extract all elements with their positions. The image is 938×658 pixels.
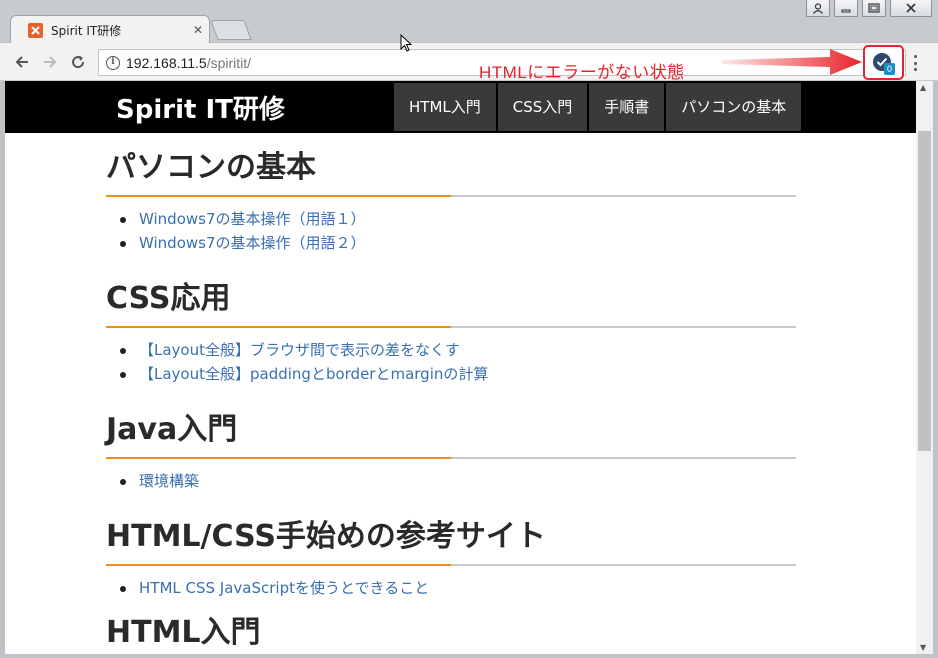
list-item: 【Layout全般】paddingとborderとmarginの計算 bbox=[120, 362, 796, 386]
article-link[interactable]: 【Layout全般】ブラウザ間で表示の差をなくす bbox=[139, 341, 460, 359]
section-css-advanced: CSS応用 【Layout全般】ブラウザ間で表示の差をなくす 【Layout全般… bbox=[106, 280, 796, 411]
site-title[interactable]: Spirit IT研修 bbox=[116, 89, 285, 126]
link-list: HTML CSS JavaScriptを使うとできること bbox=[106, 576, 796, 600]
close-window-button[interactable] bbox=[890, 0, 932, 17]
section-divider bbox=[106, 564, 796, 566]
nav-item-pc-basics[interactable]: パソコンの基本 bbox=[666, 83, 802, 131]
nav-item-html[interactable]: HTML入門 bbox=[394, 83, 496, 131]
list-item: 環境構築 bbox=[120, 469, 796, 493]
article-link[interactable]: 【Layout全般】paddingとborderとmarginの計算 bbox=[139, 365, 488, 383]
page-viewport: Spirit IT研修 HTML入門 CSS入門 手順書 パソコンの基本 パソコ… bbox=[5, 81, 916, 654]
forward-arrow-icon[interactable] bbox=[40, 52, 60, 72]
section-java-intro: Java入門 環境構築 bbox=[106, 411, 796, 518]
link-list: 【Layout全般】ブラウザ間で表示の差をなくす 【Layout全般】paddi… bbox=[106, 338, 796, 386]
link-list: Windows7の基本操作（用語１） Windows7の基本操作（用語２） bbox=[106, 207, 796, 255]
mouse-pointer-icon bbox=[400, 34, 413, 52]
section-html-intro: HTML入門 bbox=[106, 614, 796, 652]
back-arrow-icon[interactable] bbox=[12, 52, 32, 72]
tab-title: Spirit IT研修 bbox=[51, 24, 122, 38]
window-controls bbox=[806, 0, 932, 17]
xampp-favicon-icon bbox=[28, 23, 43, 38]
user-profile-button[interactable] bbox=[806, 0, 830, 17]
section-heading: HTML/CSS手始めの参考サイト bbox=[106, 519, 546, 554]
new-tab-button[interactable] bbox=[210, 20, 252, 40]
info-icon[interactable]: i bbox=[106, 56, 120, 70]
list-item: Windows7の基本操作（用語２） bbox=[120, 231, 796, 255]
main-content: パソコンの基本 Windows7の基本操作（用語１） Windows7の基本操作… bbox=[106, 149, 796, 652]
section-heading: CSS応用 bbox=[106, 281, 231, 316]
section-divider bbox=[106, 195, 796, 197]
scroll-thumb[interactable] bbox=[918, 131, 931, 451]
article-link[interactable]: HTML CSS JavaScriptを使うとできること bbox=[139, 579, 429, 597]
reload-icon[interactable] bbox=[68, 52, 88, 72]
section-pc-basics: パソコンの基本 Windows7の基本操作（用語１） Windows7の基本操作… bbox=[106, 149, 796, 280]
annotation-text: HTMLにエラーがない状態 bbox=[479, 63, 685, 82]
section-heading: HTML入門 bbox=[106, 615, 261, 650]
article-link[interactable]: 環境構築 bbox=[139, 472, 199, 490]
browser-toolbar: i 192.168.11.5/spiritit/ HTMLにエラーがない状態 0 bbox=[0, 43, 938, 82]
annotation-arrow-icon bbox=[722, 49, 862, 75]
article-link[interactable]: Windows7の基本操作（用語２） bbox=[139, 234, 366, 252]
minimize-button[interactable] bbox=[834, 0, 858, 17]
window-frame-bottom bbox=[0, 654, 938, 658]
link-list: 環境構築 bbox=[106, 469, 796, 493]
scroll-up-arrow-icon[interactable]: ▲ bbox=[920, 83, 926, 92]
site-nav: HTML入門 CSS入門 手順書 パソコンの基本 bbox=[394, 83, 802, 131]
section-reference-sites: HTML/CSS手始めの参考サイト HTML CSS JavaScriptを使う… bbox=[106, 518, 796, 614]
browser-menu-icon[interactable] bbox=[910, 53, 920, 73]
list-item: 【Layout全般】ブラウザ間で表示の差をなくす bbox=[120, 338, 796, 362]
vertical-scrollbar[interactable]: ▲ ▼ bbox=[916, 81, 933, 654]
maximize-button[interactable] bbox=[862, 0, 886, 17]
section-divider bbox=[106, 457, 796, 459]
browser-tab[interactable]: Spirit IT研修 ✕ bbox=[10, 15, 210, 43]
nav-item-manual[interactable]: 手順書 bbox=[589, 83, 665, 131]
extension-error-count-badge: 0 bbox=[884, 63, 895, 75]
scroll-down-arrow-icon[interactable]: ▼ bbox=[920, 643, 926, 652]
section-divider bbox=[106, 326, 796, 328]
nav-item-css[interactable]: CSS入門 bbox=[497, 83, 588, 131]
section-heading: Java入門 bbox=[106, 412, 238, 447]
article-link[interactable]: Windows7の基本操作（用語１） bbox=[139, 210, 366, 228]
list-item: Windows7の基本操作（用語１） bbox=[120, 207, 796, 231]
url-text[interactable]: 192.168.11.5/spiritit/ bbox=[126, 55, 251, 71]
tab-close-icon[interactable]: ✕ bbox=[193, 23, 203, 37]
title-bar: Spirit IT研修 ✕ bbox=[0, 0, 938, 43]
site-header: Spirit IT研修 HTML入門 CSS入門 手順書 パソコンの基本 bbox=[5, 81, 916, 133]
section-heading: パソコンの基本 bbox=[106, 150, 316, 185]
list-item: HTML CSS JavaScriptを使うとできること bbox=[120, 576, 796, 600]
